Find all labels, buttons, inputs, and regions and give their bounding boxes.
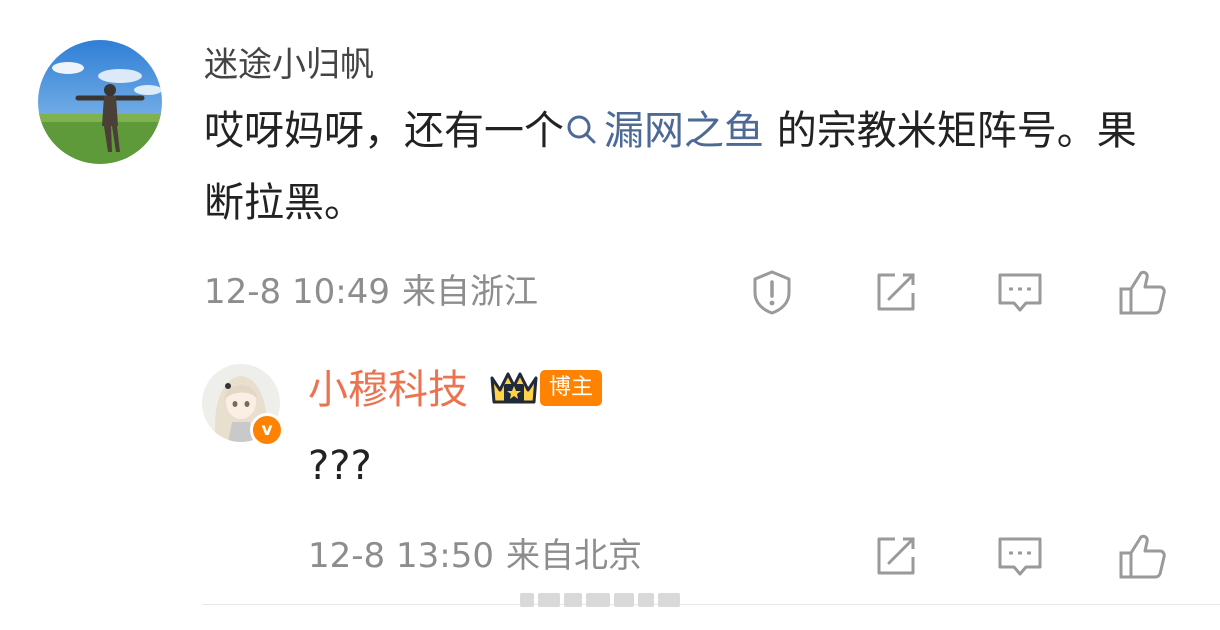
reply-comment-button[interactable]	[994, 530, 1046, 582]
comment-text: 哎呀妈呀，还有一个 漏网之鱼 的宗教米矩阵号。果断拉黑。	[204, 95, 1164, 239]
report-icon	[753, 270, 791, 315]
comment-meta: 12-8 10:49 来自浙江	[204, 272, 550, 312]
comment-icon	[998, 273, 1042, 312]
repost-button[interactable]	[870, 266, 922, 318]
reply-like-button[interactable]	[1116, 530, 1168, 582]
search-icon	[567, 115, 596, 144]
comment-location: 来自浙江	[401, 272, 538, 312]
like-button[interactable]	[1116, 266, 1168, 318]
comment-timestamp: 12-8 10:49	[204, 272, 390, 312]
topic-link-label[interactable]: 漏网之鱼	[604, 108, 764, 154]
reply-text: ???	[308, 443, 372, 489]
repost-icon	[877, 537, 915, 575]
crown-icon	[490, 372, 538, 404]
watermark	[520, 590, 710, 610]
commenter-username[interactable]: 迷途小归帆	[204, 44, 374, 86]
blogger-badge: 博主	[540, 370, 603, 406]
topic-link[interactable]: 漏网之鱼	[564, 108, 764, 154]
comment-button[interactable]	[994, 266, 1046, 318]
reply-meta: 12-8 13:50 来自北京	[308, 536, 654, 576]
comment-icon	[998, 537, 1042, 576]
like-icon	[1119, 534, 1166, 579]
replier-username[interactable]: 小穆科技	[308, 366, 468, 414]
comment-text-before: 哎呀妈呀，还有一个	[204, 108, 564, 154]
reply-repost-button[interactable]	[870, 530, 922, 582]
repost-icon	[877, 273, 915, 311]
reply-location: 来自北京	[505, 536, 642, 576]
verified-badge-icon: v	[250, 413, 284, 447]
reply-timestamp: 12-8 13:50	[308, 536, 494, 576]
like-icon	[1119, 270, 1166, 315]
commenter-avatar[interactable]	[38, 40, 162, 164]
report-button[interactable]	[746, 266, 798, 318]
bottom-divider	[202, 604, 1220, 605]
